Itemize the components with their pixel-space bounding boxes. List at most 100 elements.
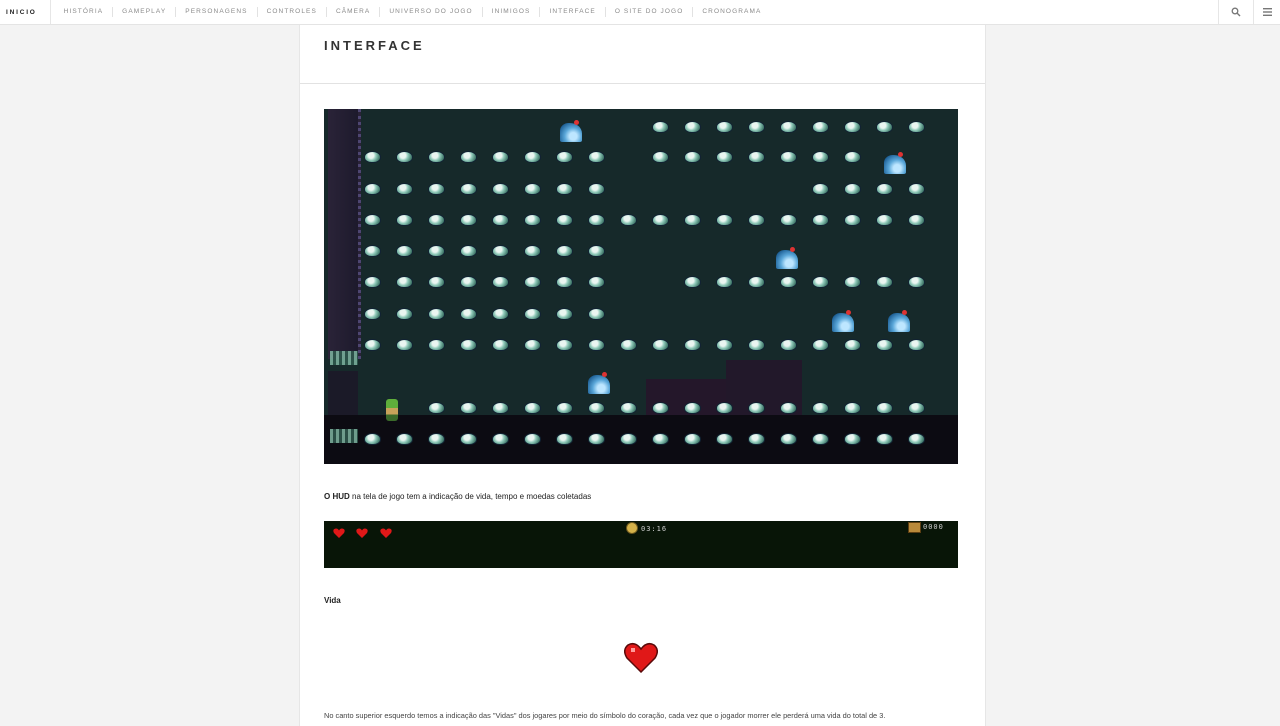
nav-item-personagens[interactable]: PERSONAGENS [176, 7, 258, 17]
game-coin [620, 214, 637, 226]
game-coin [428, 151, 445, 163]
nav-item-cronograma[interactable]: CRONOGRAMA [693, 7, 770, 17]
game-coin [716, 151, 733, 163]
game-coin [460, 308, 477, 320]
game-coin [812, 151, 829, 163]
topbar-actions [1218, 0, 1280, 24]
game-coin [780, 121, 797, 133]
nav-item-gameplay[interactable]: GAMEPLAY [113, 7, 177, 17]
game-coin [812, 276, 829, 288]
game-coin [716, 276, 733, 288]
game-coin [556, 276, 573, 288]
game-coin [844, 121, 861, 133]
game-coin [748, 121, 765, 133]
game-coin [364, 245, 381, 257]
game-coin [620, 402, 637, 414]
game-coin [396, 151, 413, 163]
game-moss [330, 351, 358, 365]
game-coin [780, 214, 797, 226]
game-coin [428, 276, 445, 288]
game-coin [460, 245, 477, 257]
game-coin [684, 402, 701, 414]
heart-icon [333, 528, 345, 538]
game-coin [460, 402, 477, 414]
game-coin [396, 245, 413, 257]
chest-icon [908, 522, 921, 533]
game-coin [812, 183, 829, 195]
game-coin [844, 183, 861, 195]
game-coin [556, 339, 573, 351]
game-coin [492, 339, 509, 351]
game-wall [328, 109, 361, 359]
game-coin [620, 339, 637, 351]
search-button[interactable] [1218, 0, 1253, 24]
game-coin [524, 214, 541, 226]
enemy-sprite [776, 247, 798, 269]
vida-description: No canto superior esquerdo temos a indic… [324, 711, 886, 720]
title-area: INTERFACE [300, 25, 985, 84]
game-coin [492, 245, 509, 257]
game-coin [396, 214, 413, 226]
game-coin [460, 433, 477, 445]
nav-item-universo[interactable]: UNIVERSO DO JOGO [380, 7, 483, 17]
game-coin [492, 276, 509, 288]
nav-home-link[interactable]: INICIO [0, 0, 51, 24]
enemy-sprite [884, 152, 906, 174]
game-coin [652, 121, 669, 133]
game-coin [364, 183, 381, 195]
hud-caption: O HUD na tela de jogo tem a indicação de… [324, 492, 591, 501]
game-coin [428, 339, 445, 351]
game-coin [524, 245, 541, 257]
nav-item-camera[interactable]: CÂMERA [327, 7, 381, 17]
game-coin [812, 214, 829, 226]
nav-item-controles[interactable]: CONTROLES [258, 7, 327, 17]
game-coin [876, 339, 893, 351]
nav-item-site[interactable]: O SITE DO JOGO [606, 7, 694, 17]
game-coin [876, 214, 893, 226]
game-coin [812, 121, 829, 133]
game-coin [524, 183, 541, 195]
game-coin [716, 214, 733, 226]
game-coin [524, 308, 541, 320]
game-coin [524, 433, 541, 445]
nav-item-historia[interactable]: HISTÓRIA [51, 7, 114, 17]
game-floor [324, 415, 958, 464]
game-coin [748, 402, 765, 414]
game-coin [908, 339, 925, 351]
game-coin [844, 433, 861, 445]
game-coin [556, 151, 573, 163]
game-coin [844, 151, 861, 163]
game-coin [364, 339, 381, 351]
game-coin [716, 402, 733, 414]
game-coin [492, 151, 509, 163]
nav-item-inimigos[interactable]: INIMIGOS [483, 7, 541, 17]
caption-text: na tela de jogo tem a indicação de vida,… [349, 492, 592, 501]
game-coin [780, 433, 797, 445]
game-coin [876, 121, 893, 133]
game-coin [876, 276, 893, 288]
game-coin [716, 121, 733, 133]
game-coin [428, 183, 445, 195]
game-coin [908, 121, 925, 133]
game-screenshot-image [324, 109, 958, 464]
game-coin [428, 402, 445, 414]
page-title: INTERFACE [324, 38, 425, 53]
game-coin [812, 433, 829, 445]
game-coin [876, 402, 893, 414]
enemy-sprite [888, 310, 910, 332]
game-coin [780, 151, 797, 163]
game-coin [588, 214, 605, 226]
game-coin [460, 276, 477, 288]
game-coin [716, 339, 733, 351]
game-coin [908, 183, 925, 195]
section-label-vida: Vida [324, 596, 341, 605]
game-coin [684, 339, 701, 351]
nav-item-interface[interactable]: INTERFACE [540, 7, 606, 17]
menu-button[interactable] [1253, 0, 1280, 24]
game-coin [684, 121, 701, 133]
game-coin [428, 214, 445, 226]
game-coin [780, 402, 797, 414]
game-coin [684, 151, 701, 163]
game-coin [748, 214, 765, 226]
game-coin [748, 433, 765, 445]
